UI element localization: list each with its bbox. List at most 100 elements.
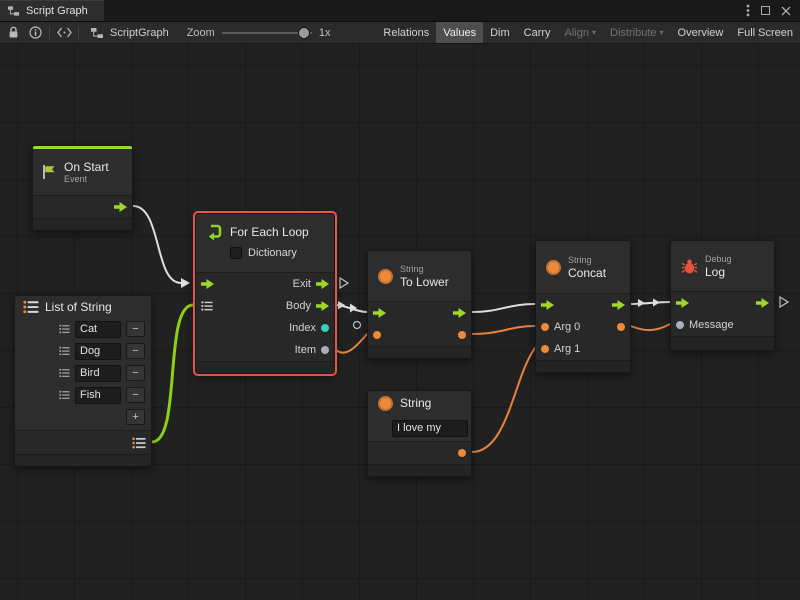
port-label: Message (689, 319, 734, 331)
item-port[interactable]: Item (295, 344, 329, 356)
node-title: For Each Loop (230, 225, 309, 239)
string-type-icon (546, 260, 561, 275)
string-output-port[interactable] (458, 449, 466, 457)
code-toggle-icon[interactable] (53, 22, 75, 44)
result-output-port[interactable] (617, 323, 625, 331)
window-titlebar: Script Graph (0, 0, 800, 22)
unconnected-flow-indicator (340, 278, 348, 288)
remove-item-button[interactable]: − (126, 365, 145, 381)
toolbar-toggles: Relations Values Dim Carry Align ▾ Distr… (376, 22, 800, 43)
button-label: Distribute (610, 27, 656, 39)
value-port-dot (458, 331, 466, 339)
node-category: String (568, 255, 606, 266)
value-port-dot (617, 323, 625, 331)
node-to-lower[interactable]: String To Lower (367, 250, 472, 359)
toolbar-button-dim[interactable]: Dim (483, 22, 517, 43)
info-icon[interactable] (24, 22, 46, 44)
window-menu-icon[interactable] (746, 4, 750, 17)
node-title: Log (705, 265, 732, 279)
string-literal-input[interactable] (392, 420, 468, 437)
toolbar-divider (49, 26, 50, 40)
wire-item-to-tolower[interactable] (335, 334, 367, 353)
toolbar-button-distribute[interactable]: Distribute ▾ (603, 22, 670, 43)
wire-list-to-foreach[interactable] (152, 305, 193, 442)
flow-output-port[interactable] (756, 298, 769, 308)
list-item-row: − (15, 340, 151, 362)
port-label: Body (286, 300, 311, 312)
node-title: String (400, 396, 431, 410)
list-item-input-2[interactable] (75, 365, 121, 382)
value-port-dot (541, 323, 549, 331)
toolbar-button-fullscreen[interactable]: Full Screen (730, 22, 800, 43)
collection-input-port[interactable] (201, 301, 213, 312)
wire-concat-to-log[interactable] (631, 302, 670, 304)
dictionary-checkbox[interactable] (230, 247, 242, 259)
remove-item-button[interactable]: − (126, 343, 145, 359)
node-category: Debug (705, 254, 732, 265)
wire-arrowhead (338, 301, 345, 310)
index-port[interactable]: Index (289, 322, 329, 334)
bug-icon (681, 258, 698, 275)
node-list-of-string[interactable]: List of String − − (14, 295, 152, 467)
flow-arrow-icon (373, 308, 386, 318)
wire-tolower-to-concat[interactable] (472, 304, 535, 312)
list-item-icon (59, 324, 70, 334)
node-title: On Start (64, 160, 109, 174)
node-string-literal[interactable]: String (367, 390, 472, 477)
toolbar-button-values[interactable]: Values (436, 22, 483, 43)
zoom-slider[interactable] (222, 22, 312, 44)
flow-arrow-icon (316, 301, 329, 311)
graph-canvas[interactable]: On Start Event Lis (0, 44, 800, 600)
wire-onstart-to-foreach[interactable] (133, 206, 181, 283)
zoom-slider-handle[interactable] (299, 28, 309, 38)
list-output-port[interactable] (132, 437, 146, 449)
arg0-port[interactable]: Arg 0 (541, 321, 580, 333)
body-port[interactable]: Body (286, 300, 329, 312)
list-item-input-0[interactable] (75, 321, 121, 338)
flow-input-port[interactable] (201, 279, 214, 289)
node-footer (671, 336, 774, 350)
lock-icon[interactable] (2, 22, 24, 44)
dictionary-label: Dictionary (248, 247, 297, 259)
unconnected-flow-indicator (780, 297, 788, 307)
toolbar-button-overview[interactable]: Overview (671, 22, 731, 43)
node-category: String (400, 264, 449, 275)
maximize-icon[interactable] (761, 6, 770, 15)
zoom-value: 1x (319, 27, 331, 39)
node-title: To Lower (400, 275, 449, 289)
remove-item-button[interactable]: − (126, 321, 145, 337)
breadcrumb[interactable]: ScriptGraph (82, 22, 177, 44)
flow-output-port[interactable] (114, 202, 127, 212)
exit-port[interactable]: Exit (293, 278, 329, 290)
wire-literal-to-arg1[interactable] (472, 348, 535, 452)
wire-tolower-to-arg0[interactable] (472, 326, 535, 334)
toolbar-button-align[interactable]: Align ▾ (558, 22, 603, 43)
flow-input-port[interactable] (373, 308, 386, 318)
node-on-start[interactable]: On Start Event (32, 145, 133, 231)
button-label: Align (565, 27, 589, 39)
flow-output-port[interactable] (612, 300, 625, 310)
toolbar-button-relations[interactable]: Relations (376, 22, 436, 43)
node-concat[interactable]: String Concat Arg 0 (535, 240, 631, 373)
node-debug-log[interactable]: Debug Log Message (670, 240, 775, 351)
wire-concat-to-message[interactable] (631, 324, 670, 330)
arg1-port[interactable]: Arg 1 (541, 343, 580, 355)
port-label: Item (295, 344, 316, 356)
add-item-button[interactable]: + (126, 409, 145, 425)
close-icon[interactable] (781, 6, 791, 16)
node-for-each-loop[interactable]: For Each Loop Dictionary Exit (195, 213, 335, 374)
list-item-input-1[interactable] (75, 343, 121, 360)
list-item-input-3[interactable] (75, 387, 121, 404)
toolbar-button-carry[interactable]: Carry (517, 22, 558, 43)
message-port[interactable]: Message (676, 319, 734, 331)
value-port-dot (321, 346, 329, 354)
flow-output-port[interactable] (453, 308, 466, 318)
remove-item-button[interactable]: − (126, 387, 145, 403)
breadcrumb-label: ScriptGraph (110, 27, 169, 39)
tab-script-graph[interactable]: Script Graph (0, 0, 104, 21)
flow-input-port[interactable] (541, 300, 554, 310)
list-port-icon (201, 301, 213, 312)
flow-input-port[interactable] (676, 298, 689, 308)
string-input-port[interactable] (373, 331, 381, 339)
string-output-port[interactable] (458, 331, 466, 339)
